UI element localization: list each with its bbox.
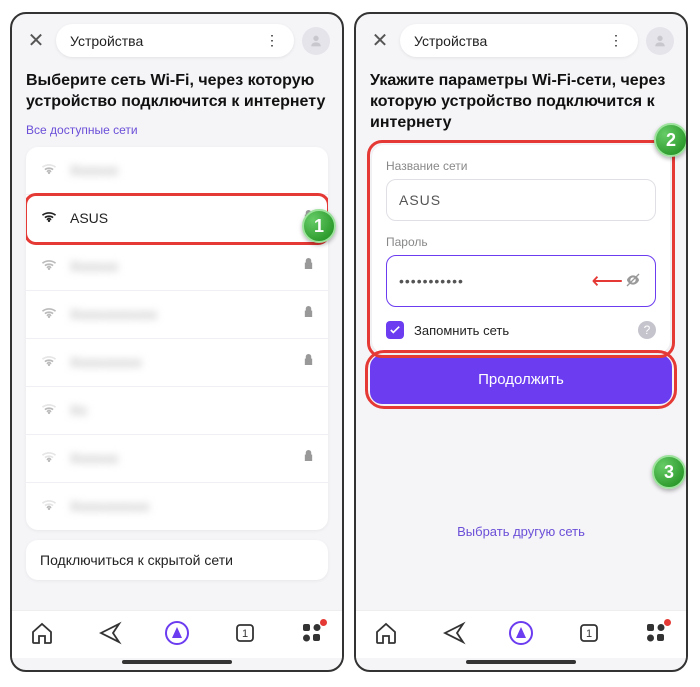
remember-label: Запомнить сеть [414,323,628,338]
all-networks-link[interactable]: Все доступные сети [26,123,328,137]
form-highlight: Название сети ASUS Пароль ••••••••••• ⟵ … [370,143,672,355]
heading: Укажите параметры Wi-Fi-сети, через кото… [370,71,672,133]
toggle-visibility-icon[interactable] [623,272,643,291]
home-indicator [466,660,576,664]
page-title: Устройства [70,33,143,49]
annotation-badge-1: 1 [302,209,336,243]
wifi-icon [40,449,58,468]
network-name-label: Название сети [386,159,656,173]
wifi-row[interactable]: Xxxxxx [26,243,328,291]
wifi-name: Xxxxxxxxxxx [70,306,303,322]
wifi-name: Xxxxxx [70,258,303,274]
nav-tabs-icon[interactable]: 1 [577,621,601,650]
avatar[interactable] [302,27,330,55]
svg-text:1: 1 [241,628,247,640]
content-area: Выберите сеть Wi-Fi, через которую устро… [12,65,342,610]
choose-other-link[interactable]: Выбрать другую сеть [370,524,672,539]
remember-row: Запомнить сеть ? [386,321,656,339]
title-pill[interactable]: Устройства ⋮ [400,24,638,57]
top-bar: ✕ Устройства ⋮ [12,14,342,65]
nav-alice-icon[interactable] [165,621,189,650]
wifi-icon [40,161,58,180]
nav-apps-icon[interactable] [644,621,668,650]
wifi-row[interactable]: ASUS [26,195,328,243]
bottom-nav: 1 [12,610,342,658]
page-title: Устройства [414,33,487,49]
network-name-input[interactable]: ASUS [386,179,656,221]
annotation-badge-2: 2 [654,123,686,157]
password-input[interactable]: ••••••••••• ⟵ [386,255,656,307]
content-area: Укажите параметры Wi-Fi-сети, через кото… [356,65,686,610]
nav-home-icon[interactable] [30,621,54,650]
svg-text:1: 1 [585,628,591,640]
wifi-row[interactable]: Xxxxxxxxxx [26,483,328,530]
wifi-row[interactable]: Xxxxxx [26,147,328,195]
wifi-icon [40,305,58,324]
nav-send-icon[interactable] [442,621,466,650]
wifi-name: Xx [70,402,314,418]
nav-apps-icon[interactable] [300,621,324,650]
screen-network-params: ✕ Устройства ⋮ Укажите параметры Wi-Fi-с… [354,12,688,672]
wifi-icon [40,257,58,276]
password-label: Пароль [386,235,656,249]
nav-tabs-icon[interactable]: 1 [233,621,257,650]
wifi-name: Xxxxxxxxxx [70,498,314,514]
wifi-name: Xxxxxxxxx [70,354,303,370]
lock-icon [303,353,314,371]
remember-checkbox[interactable] [386,321,404,339]
more-icon[interactable]: ⋮ [265,32,280,49]
heading: Выберите сеть Wi-Fi, через которую устро… [26,71,328,113]
wifi-name: ASUS [70,210,303,226]
lock-icon [303,449,314,467]
wifi-name: Xxxxxx [70,450,303,466]
continue-highlight: Продолжить [370,355,672,404]
wifi-row[interactable]: Xxxxxxxxx [26,339,328,387]
network-list: Xxxxxx ASUS Xxxxxx Xxxxxxxxxxx Xxxxxxxxx… [26,147,328,530]
hidden-network-link[interactable]: Подключиться к скрытой сети [26,540,328,580]
lock-icon [303,305,314,323]
bottom-nav: 1 [356,610,686,658]
wifi-row[interactable]: Xxxxxx [26,435,328,483]
close-icon[interactable]: ✕ [368,28,392,53]
annotation-badge-3: 3 [652,455,686,489]
lock-icon [303,257,314,275]
wifi-name: Xxxxxx [70,162,314,178]
continue-button[interactable]: Продолжить [370,355,672,404]
close-icon[interactable]: ✕ [24,28,48,53]
screen-select-network: ✕ Устройства ⋮ Выберите сеть Wi-Fi, чере… [10,12,344,672]
title-pill[interactable]: Устройства ⋮ [56,24,294,57]
wifi-row[interactable]: Xxxxxxxxxxx [26,291,328,339]
annotation-arrow: ⟵ [591,268,623,294]
wifi-icon [40,401,58,420]
network-form: Название сети ASUS Пароль ••••••••••• ⟵ … [372,145,670,353]
help-icon[interactable]: ? [638,321,656,339]
avatar[interactable] [646,27,674,55]
wifi-icon [40,497,58,516]
nav-send-icon[interactable] [98,621,122,650]
home-indicator [122,660,232,664]
nav-home-icon[interactable] [374,621,398,650]
top-bar: ✕ Устройства ⋮ [356,14,686,65]
nav-alice-icon[interactable] [509,621,533,650]
wifi-icon [40,209,58,228]
wifi-icon [40,353,58,372]
more-icon[interactable]: ⋮ [609,32,624,49]
wifi-row[interactable]: Xx [26,387,328,435]
notification-dot [320,619,327,626]
notification-dot [664,619,671,626]
